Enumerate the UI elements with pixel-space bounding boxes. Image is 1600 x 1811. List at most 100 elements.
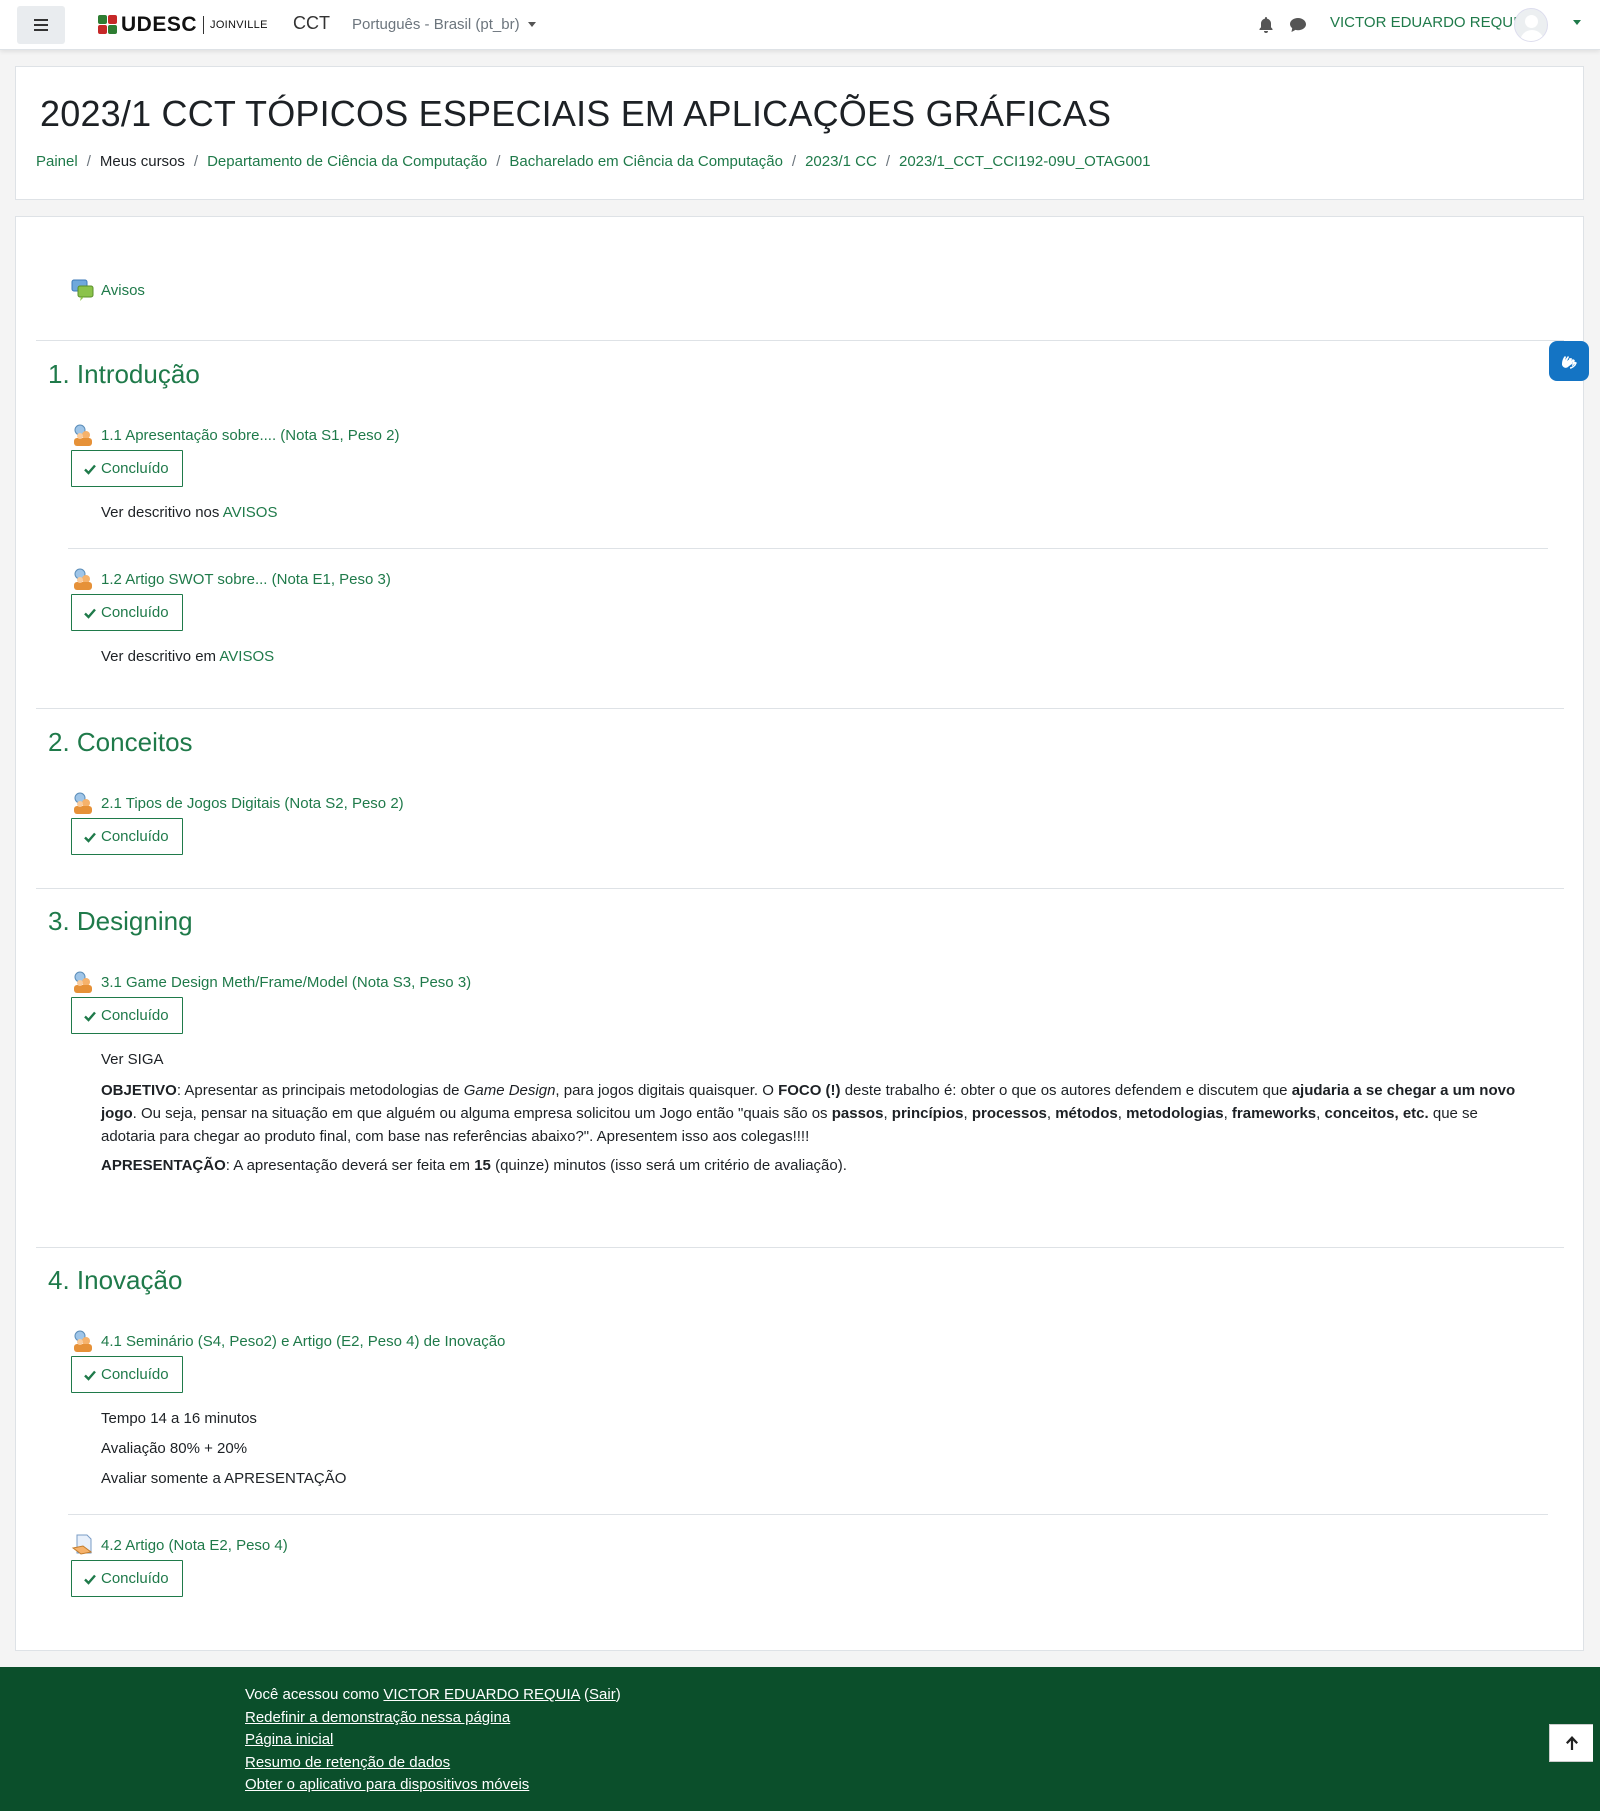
activity-link[interactable]: 1.1 Apresentação sobre.... (Nota S1, Pes…: [101, 427, 400, 444]
mobile-app-link[interactable]: Obter o aplicativo para dispositivos móv…: [245, 1776, 529, 1793]
breadcrumb-meus-cursos: Meus cursos: [99, 153, 185, 170]
course-content: Avisos 1. Introdução 1.1 Apresentação so…: [15, 216, 1584, 1651]
completion-label: Concluído: [101, 1366, 169, 1383]
activity-divider: [68, 548, 1548, 549]
activity-link[interactable]: 2.1 Tipos de Jogos Digitais (Nota S2, Pe…: [101, 795, 404, 812]
chat-icon[interactable]: [1289, 17, 1307, 33]
bell-icon[interactable]: [1258, 16, 1274, 34]
section-title-introducao[interactable]: 1. Introdução: [48, 359, 200, 390]
breadcrumb: Painel / Meus cursos / Departamento de C…: [36, 153, 1151, 170]
activity-description: Ver descritivo nos AVISOS: [101, 504, 277, 521]
language-label: Português - Brasil (pt_br): [352, 16, 520, 33]
logo-text: UDESC: [121, 13, 198, 36]
completion-label: Concluído: [101, 460, 169, 477]
description-text: Ver descritivo em: [101, 648, 220, 665]
workshop-icon: [74, 971, 92, 993]
completion-label: Concluído: [101, 828, 169, 845]
activity-description-line: Avaliação 80% + 20%: [101, 1440, 248, 1457]
check-icon: [84, 464, 96, 475]
activity-description-line: Tempo 14 a 16 minutos: [101, 1410, 257, 1427]
logo-divider: [203, 16, 205, 34]
activity-4-2[interactable]: 4.2 Artigo (Nota E2, Peso 4): [71, 1533, 288, 1557]
activity-description-line: Avaliar somente a APRESENTAÇÃO: [101, 1470, 347, 1487]
accessibility-button[interactable]: [1549, 341, 1589, 381]
section-title-designing[interactable]: 3. Designing: [48, 906, 193, 937]
activity-description: Ver descritivo em AVISOS: [101, 648, 274, 665]
description-text: Ver descritivo nos: [101, 504, 223, 521]
workshop-icon: [74, 792, 92, 814]
objective-paragraph: OBJETIVO: Apresentar as principais metod…: [101, 1082, 1516, 1145]
logged-in-info: Você acessou como VICTOR EDUARDO REQUIA …: [245, 1686, 621, 1703]
avisos-link[interactable]: AVISOS: [219, 648, 274, 665]
ver-siga-text: Ver SIGA: [101, 1051, 164, 1068]
hamburger-icon: [34, 24, 48, 26]
footer-user-link[interactable]: VICTOR EDUARDO REQUIA: [383, 1686, 579, 1703]
announcements-activity[interactable]: Avisos: [71, 278, 145, 302]
activity-link[interactable]: 1.2 Artigo SWOT sobre... (Nota E1, Peso …: [101, 571, 391, 588]
menu-toggle-button[interactable]: [17, 6, 65, 44]
arrow-up-icon: [1565, 1736, 1578, 1750]
breadcrumb-bacharelado[interactable]: Bacharelado em Ciência da Computação: [509, 153, 783, 170]
reset-demo-link[interactable]: Redefinir a demonstração nessa página: [245, 1709, 510, 1726]
check-icon: [84, 1574, 96, 1585]
presentation-paragraph: APRESENTAÇÃO: A apresentação deverá ser …: [101, 1157, 847, 1174]
activity-3-1[interactable]: 3.1 Game Design Meth/Frame/Model (Nota S…: [71, 970, 471, 994]
activity-2-1[interactable]: 2.1 Tipos de Jogos Digitais (Nota S2, Pe…: [71, 791, 404, 815]
section-divider: [36, 340, 1564, 341]
forum-icon: [71, 279, 94, 301]
check-icon: [84, 608, 96, 619]
section-title-conceitos[interactable]: 2. Conceitos: [48, 727, 193, 758]
check-icon: [84, 1370, 96, 1381]
user-menu-name[interactable]: VICTOR EDUARDO REQUIA: [1330, 14, 1527, 31]
breadcrumb-course-code[interactable]: 2023/1_CCT_CCI192-09U_OTAG001: [899, 153, 1151, 170]
completion-done-button[interactable]: Concluído: [71, 450, 183, 487]
section-divider: [36, 888, 1564, 889]
completion-done-button[interactable]: Concluído: [71, 594, 183, 631]
page-title: 2023/1 CCT TÓPICOS ESPECIAIS EM APLICAÇÕ…: [40, 93, 1112, 134]
completion-done-button[interactable]: Concluído: [71, 1560, 183, 1597]
check-icon: [84, 832, 96, 843]
logout-link[interactable]: Sair: [589, 1686, 616, 1703]
activity-link[interactable]: 4.1 Seminário (S4, Peso2) e Artigo (E2, …: [101, 1333, 505, 1350]
activity-1-1[interactable]: 1.1 Apresentação sobre.... (Nota S1, Pes…: [71, 423, 400, 447]
logged-in-prefix: Você acessou como: [245, 1686, 384, 1703]
avisos-link[interactable]: AVISOS: [223, 504, 278, 521]
section-divider: [36, 708, 1564, 709]
user-menu-chevron-icon[interactable]: [1573, 20, 1581, 25]
completion-label: Concluído: [101, 1570, 169, 1587]
breadcrumb-semestre[interactable]: 2023/1 CC: [805, 153, 877, 170]
completion-label: Concluído: [101, 604, 169, 621]
site-name[interactable]: CCT: [293, 13, 330, 34]
page-header: 2023/1 CCT TÓPICOS ESPECIAIS EM APLICAÇÕ…: [15, 66, 1584, 200]
announcements-link[interactable]: Avisos: [101, 282, 145, 299]
completion-done-button[interactable]: Concluído: [71, 1356, 183, 1393]
completion-done-button[interactable]: Concluído: [71, 818, 183, 855]
language-menu[interactable]: Português - Brasil (pt_br): [352, 16, 536, 33]
activity-divider: [68, 1514, 1548, 1515]
workshop-icon: [74, 424, 92, 446]
page-footer: Você acessou como VICTOR EDUARDO REQUIA …: [0, 1667, 1600, 1811]
breadcrumb-departamento[interactable]: Departamento de Ciência da Computação: [207, 153, 487, 170]
udesc-logo-mark: [98, 15, 118, 35]
home-page-link[interactable]: Página inicial: [245, 1731, 333, 1748]
chevron-down-icon: [527, 22, 536, 27]
activity-1-2[interactable]: 1.2 Artigo SWOT sobre... (Nota E1, Peso …: [71, 567, 391, 591]
completion-label: Concluído: [101, 1007, 169, 1024]
sign-language-hands-icon: [1562, 356, 1577, 369]
footer-links: Você acessou como VICTOR EDUARDO REQUIA …: [245, 1684, 621, 1797]
activity-link[interactable]: 4.2 Artigo (Nota E2, Peso 4): [101, 1537, 288, 1554]
assignment-icon: [71, 1534, 93, 1555]
data-retention-link[interactable]: Resumo de retenção de dados: [245, 1754, 450, 1771]
section-title-inovacao[interactable]: 4. Inovação: [48, 1265, 182, 1296]
section-divider: [36, 1247, 1564, 1248]
workshop-icon: [74, 1330, 92, 1352]
activity-link[interactable]: 3.1 Game Design Meth/Frame/Model (Nota S…: [101, 974, 471, 991]
breadcrumb-painel[interactable]: Painel: [36, 153, 78, 170]
top-navbar: UDESC JOINVILLE CCT Português - Brasil (…: [0, 0, 1600, 50]
site-logo[interactable]: UDESC JOINVILLE: [98, 13, 268, 37]
avatar[interactable]: [1514, 8, 1548, 42]
back-to-top-button[interactable]: [1549, 1724, 1593, 1762]
completion-done-button[interactable]: Concluído: [71, 997, 183, 1034]
workshop-icon: [74, 568, 92, 590]
activity-4-1[interactable]: 4.1 Seminário (S4, Peso2) e Artigo (E2, …: [71, 1329, 505, 1353]
